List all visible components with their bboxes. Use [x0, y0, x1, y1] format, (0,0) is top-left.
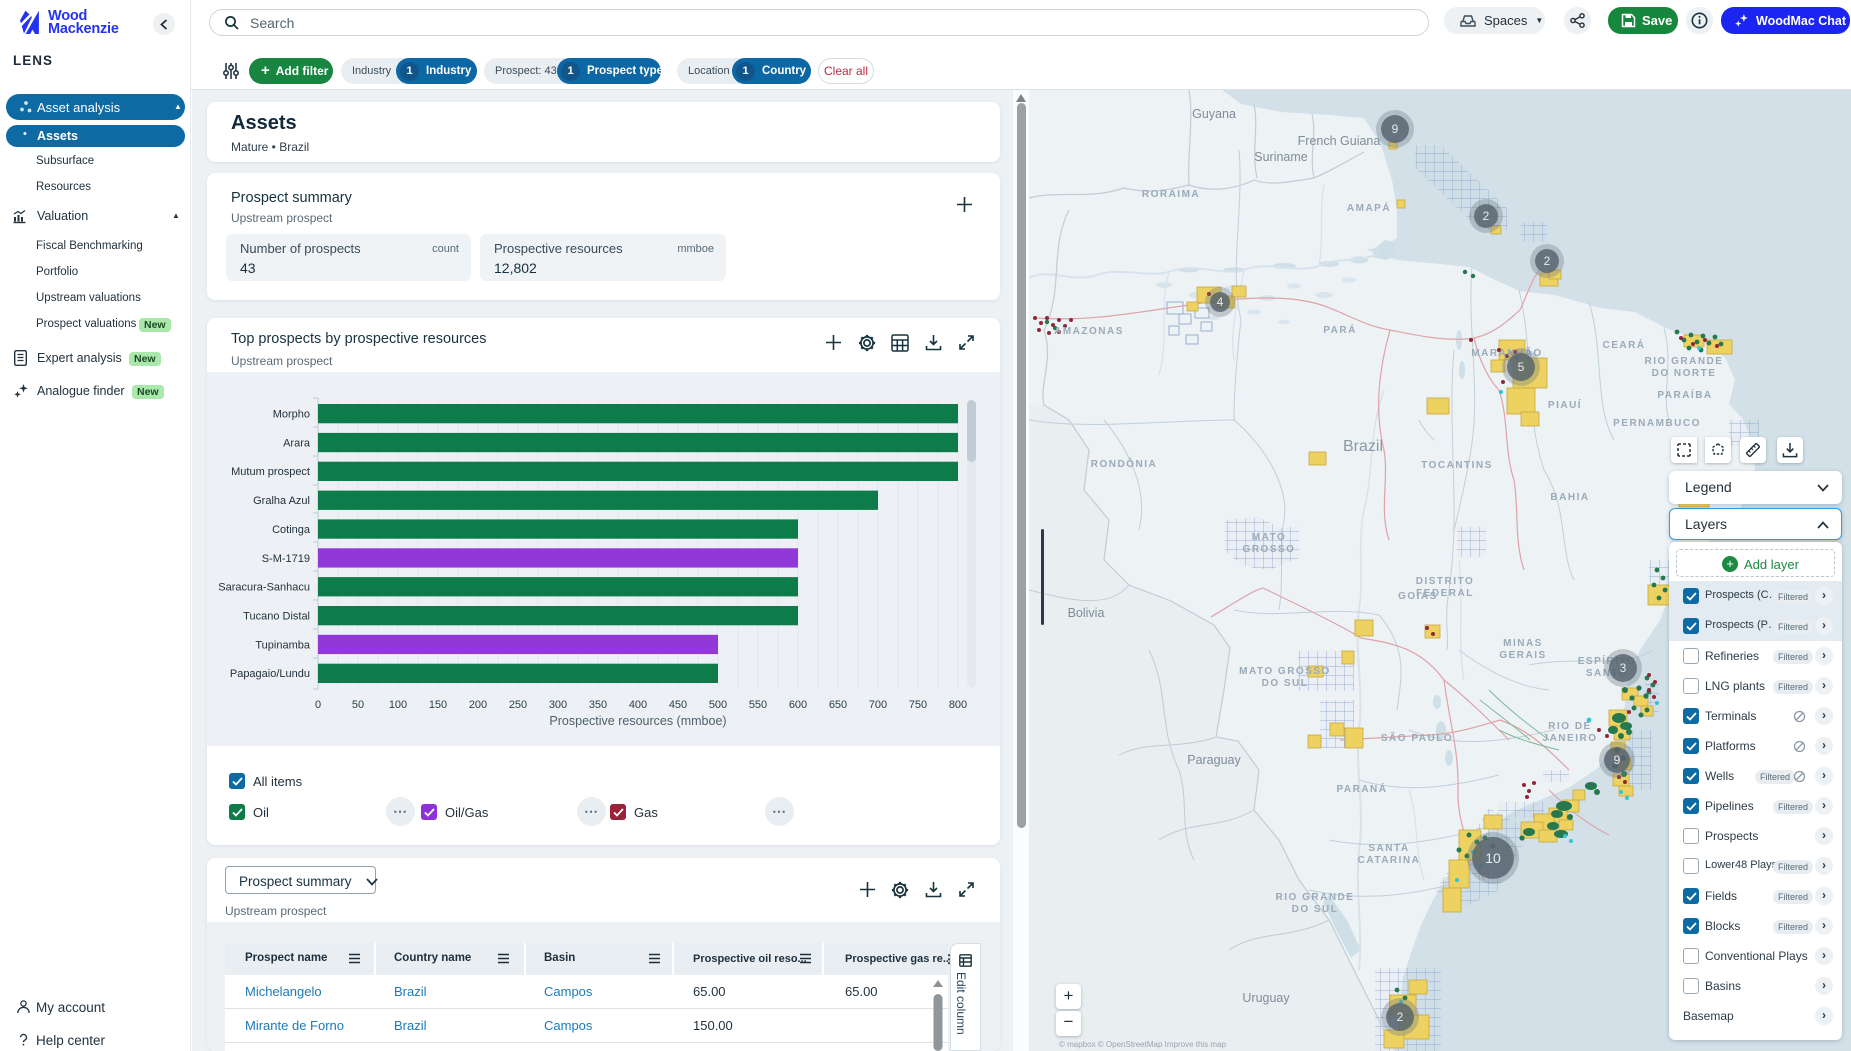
- svg-text:SÃO PAULO: SÃO PAULO: [1381, 731, 1453, 744]
- svg-text:500: 500: [709, 699, 727, 711]
- svg-text:MATO: MATO: [1252, 532, 1287, 543]
- svg-text:Uruguay: Uruguay: [1242, 991, 1290, 1005]
- svg-text:Morpho: Morpho: [273, 409, 310, 421]
- svg-text:600: 600: [789, 699, 807, 711]
- svg-text:DO SUL: DO SUL: [1292, 904, 1339, 915]
- svg-text:Brazil: Brazil: [1343, 438, 1383, 455]
- svg-text:RIO GRANDE: RIO GRANDE: [1276, 892, 1355, 903]
- svg-text:550: 550: [749, 699, 767, 711]
- svg-text:400: 400: [629, 699, 647, 711]
- svg-text:DO NORTE: DO NORTE: [1652, 368, 1717, 379]
- svg-text:RONDÔNIA: RONDÔNIA: [1091, 457, 1157, 470]
- svg-text:100: 100: [389, 699, 407, 711]
- svg-text:Tupinamba: Tupinamba: [255, 639, 311, 651]
- svg-text:PIAUÍ: PIAUÍ: [1548, 398, 1582, 411]
- svg-text:250: 250: [509, 699, 527, 711]
- svg-text:Saracura-Sanhacu: Saracura-Sanhacu: [218, 582, 310, 594]
- svg-text:350: 350: [589, 699, 607, 711]
- svg-text:150: 150: [429, 699, 447, 711]
- svg-text:PARANÁ: PARANÁ: [1336, 782, 1387, 795]
- svg-text:MATO GROSSO: MATO GROSSO: [1239, 666, 1331, 677]
- svg-text:TOCANTINS: TOCANTINS: [1421, 460, 1493, 471]
- svg-text:MARANHÃO: MARANHÃO: [1471, 346, 1542, 359]
- svg-text:650: 650: [829, 699, 847, 711]
- svg-text:DISTRITO: DISTRITO: [1416, 576, 1474, 587]
- svg-text:AMAPÁ: AMAPÁ: [1347, 201, 1391, 214]
- svg-text:Guyana: Guyana: [1192, 107, 1236, 121]
- svg-text:300: 300: [549, 699, 567, 711]
- svg-text:FEDERAL: FEDERAL: [1416, 588, 1474, 599]
- svg-text:PERNAMBUCO: PERNAMBUCO: [1613, 418, 1701, 429]
- svg-text:PARÁ: PARÁ: [1323, 323, 1357, 336]
- svg-text:750: 750: [909, 699, 927, 711]
- svg-text:Tucano Distal: Tucano Distal: [243, 611, 310, 623]
- svg-text:SANTA: SANTA: [1368, 843, 1409, 854]
- svg-text:Suriname: Suriname: [1254, 150, 1308, 164]
- svg-text:700: 700: [869, 699, 887, 711]
- svg-text:GERAIS: GERAIS: [1499, 650, 1546, 661]
- svg-text:Paraguay: Paraguay: [1187, 753, 1241, 767]
- svg-text:CATARINA: CATARINA: [1358, 855, 1421, 866]
- svg-text:DO SUL: DO SUL: [1262, 678, 1309, 689]
- svg-text:Prospective resources (mmboe): Prospective resources (mmboe): [549, 714, 726, 728]
- svg-text:50: 50: [352, 699, 364, 711]
- svg-text:PARAÍBA: PARAÍBA: [1657, 388, 1712, 401]
- svg-text:RIO DE: RIO DE: [1548, 721, 1591, 732]
- svg-text:Arara: Arara: [283, 437, 311, 449]
- svg-text:Bolivia: Bolivia: [1068, 606, 1105, 620]
- svg-text:Papagaio/Lundu: Papagaio/Lundu: [230, 668, 310, 680]
- svg-text:Cotinga: Cotinga: [272, 524, 311, 536]
- svg-text:French Guiana: French Guiana: [1298, 134, 1381, 148]
- svg-text:RORAIMA: RORAIMA: [1142, 189, 1200, 200]
- svg-text:GROSSO: GROSSO: [1243, 544, 1296, 555]
- svg-text:200: 200: [469, 699, 487, 711]
- svg-text:CEARÁ: CEARÁ: [1602, 338, 1645, 351]
- svg-text:Mutum prospect: Mutum prospect: [231, 466, 310, 478]
- svg-text:RIO GRANDE: RIO GRANDE: [1645, 356, 1724, 367]
- svg-text:AMAZONAS: AMAZONAS: [1054, 326, 1124, 337]
- svg-text:MINAS: MINAS: [1503, 638, 1543, 649]
- svg-text:0: 0: [315, 699, 321, 711]
- svg-text:Gralha Azul: Gralha Azul: [253, 495, 310, 507]
- svg-text:S-M-1719: S-M-1719: [262, 553, 310, 565]
- svg-text:450: 450: [669, 699, 687, 711]
- svg-text:JANEIRO: JANEIRO: [1543, 733, 1598, 744]
- svg-text:800: 800: [949, 699, 967, 711]
- svg-text:BAHIA: BAHIA: [1550, 492, 1589, 503]
